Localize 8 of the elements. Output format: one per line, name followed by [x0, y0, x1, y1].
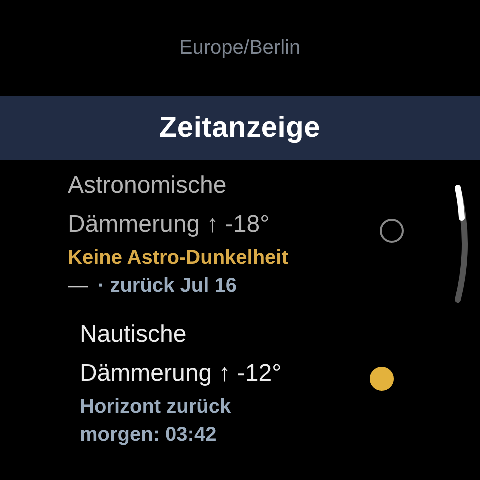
- dash-mark: —: [68, 274, 88, 299]
- timezone-label: Europe/Berlin: [179, 36, 301, 61]
- status-text: Keine Astro-Dunkelheit: [68, 246, 290, 271]
- status-text: Horizont zurück morgen: 03:42: [80, 395, 232, 448]
- twilight-title: Nautische Dämmerung ↑ -12°: [80, 320, 283, 389]
- status-text: · zurück Jul 16: [98, 274, 237, 299]
- screen-title: Zeitanzeige: [159, 112, 321, 144]
- twilight-title: Astronomische Dämmerung ↑ -18°: [68, 171, 271, 240]
